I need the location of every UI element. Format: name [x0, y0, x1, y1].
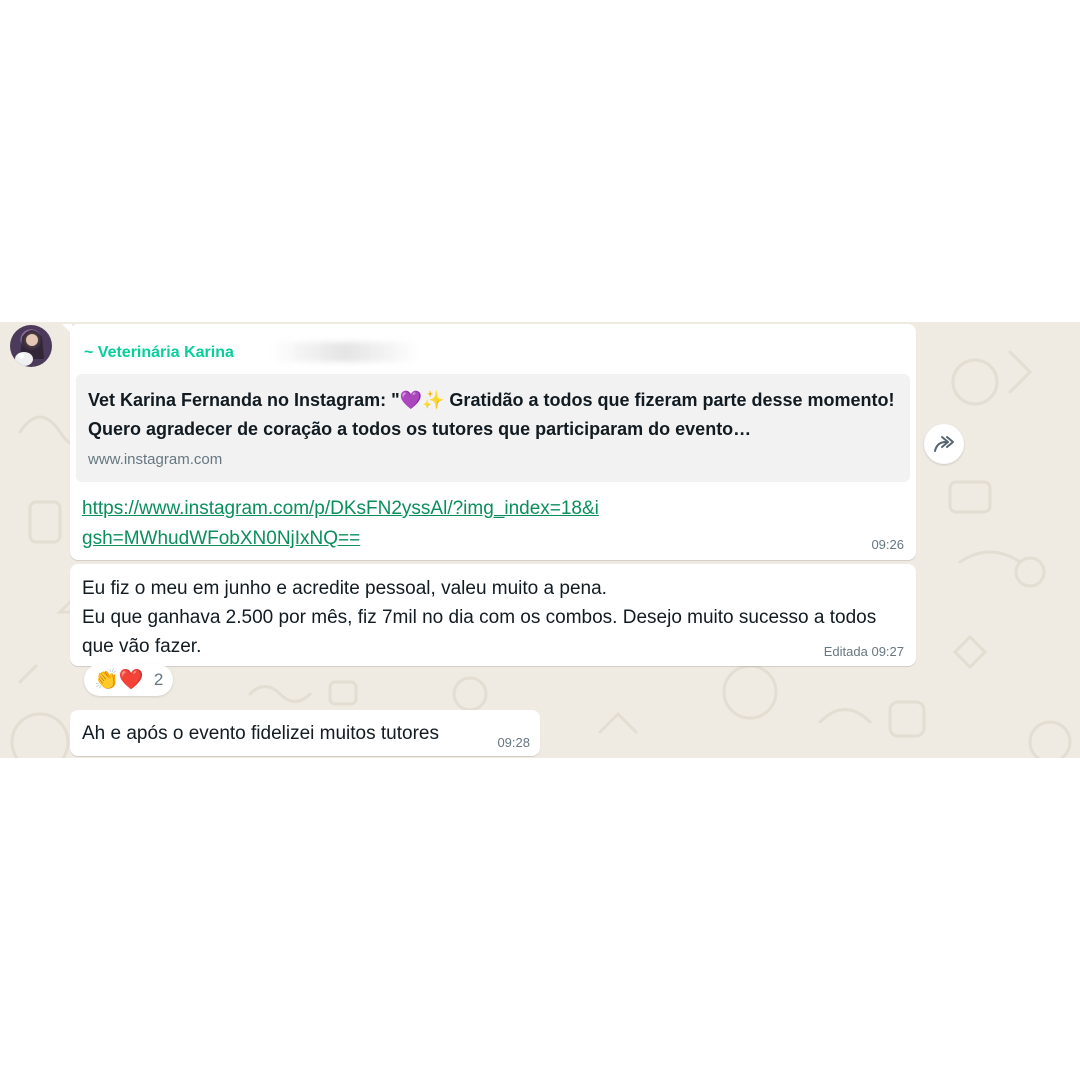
- reaction-count: 2: [153, 670, 164, 689]
- reactions-pill[interactable]: 👏❤️ 2: [84, 664, 174, 696]
- message-time: 09:26: [871, 537, 904, 552]
- chat-area: ~ Veterinária Karina Vet Karina Fernanda…: [0, 322, 1080, 758]
- message-bubble[interactable]: ~ Veterinária Karina Vet Karina Fernanda…: [62, 324, 916, 560]
- link-preview-title: Vet Karina Fernanda no Instagram: "💜✨ Gr…: [88, 390, 895, 439]
- message-text: Ah e após o evento fidelizei muitos tuto…: [82, 723, 439, 744]
- message-link[interactable]: https://www.instagram.com/p/DKsFN2yssAl/…: [82, 494, 602, 554]
- avatar[interactable]: [10, 325, 52, 367]
- link-preview[interactable]: Vet Karina Fernanda no Instagram: "💜✨ Gr…: [76, 374, 910, 482]
- message-bubble[interactable]: Eu fiz o meu em junho e acredite pessoal…: [70, 564, 916, 666]
- reaction-emojis: 👏❤️: [94, 669, 144, 691]
- sender-name[interactable]: ~ Veterinária Karina: [84, 344, 234, 362]
- bubble-tail: [62, 324, 72, 334]
- message-time-edited: Editada 09:27: [823, 644, 904, 659]
- message-time: 09:28: [497, 735, 530, 750]
- forward-button[interactable]: [924, 424, 964, 464]
- message-bubble[interactable]: Ah e após o evento fidelizei muitos tuto…: [70, 710, 540, 756]
- avatar-photo-icon: [15, 330, 44, 366]
- forward-icon: [934, 436, 954, 452]
- blurred-phone-number: [270, 342, 420, 362]
- message-text: Eu fiz o meu em junho e acredite pessoal…: [82, 578, 877, 657]
- link-preview-site: www.instagram.com: [88, 451, 223, 468]
